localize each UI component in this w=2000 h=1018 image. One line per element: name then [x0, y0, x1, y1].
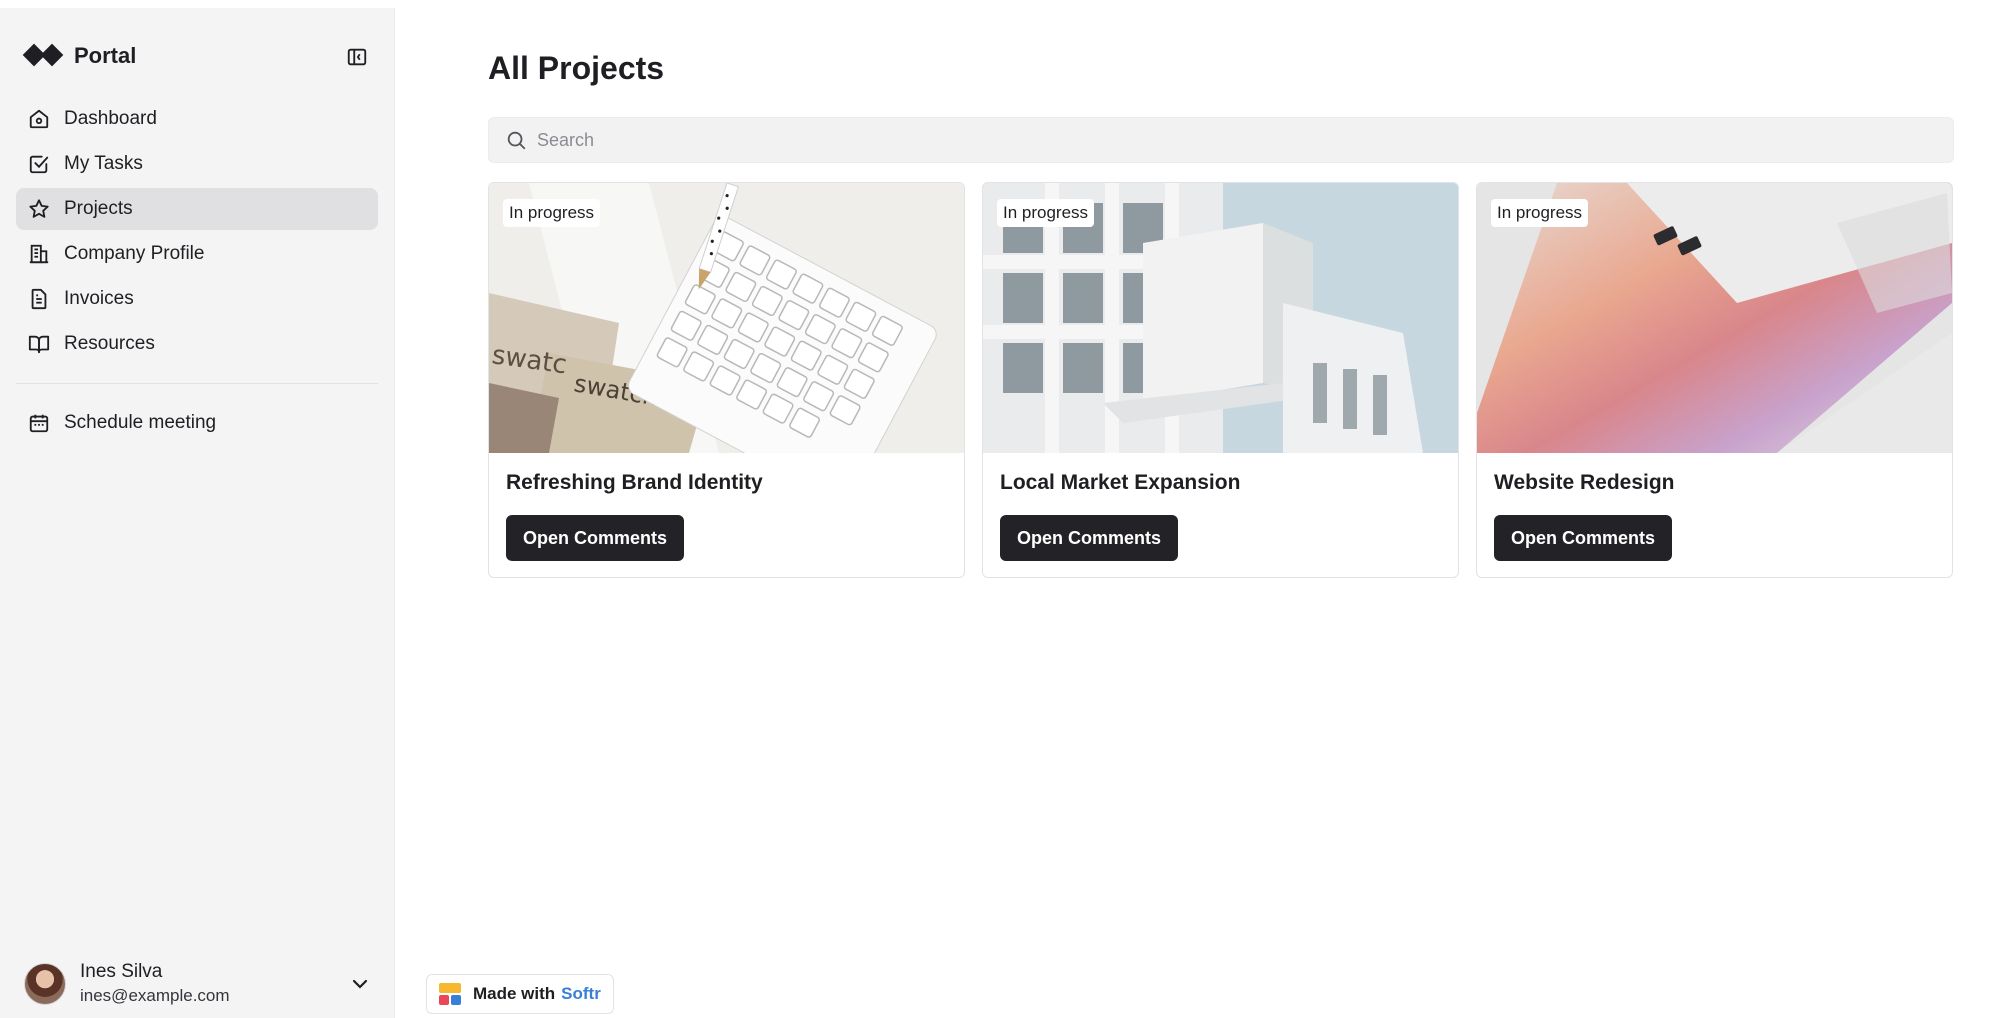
brand[interactable]: Portal [22, 36, 137, 76]
sidebar-item-projects[interactable]: Projects [16, 188, 378, 230]
sidebar-item-resources[interactable]: Resources [16, 323, 378, 365]
sidebar-item-dashboard[interactable]: Dashboard [16, 98, 378, 140]
sidebar-item-label: Schedule meeting [64, 412, 217, 433]
status-badge: In progress [503, 199, 601, 227]
portal-logo-icon [22, 36, 64, 76]
status-badge: In progress [1491, 199, 1589, 227]
page-title: All Projects [488, 50, 665, 86]
book-icon [26, 331, 52, 357]
project-card[interactable]: swatc swatch In progress Refreshing Bran… [488, 182, 965, 578]
chevron-down-icon[interactable] [348, 972, 372, 996]
search-icon [507, 131, 526, 150]
home-icon [26, 106, 52, 132]
project-card[interactable]: In progress Local Market Expansion Open … [982, 182, 1459, 578]
top-strip [0, 0, 2000, 8]
sidebar-item-label: My Tasks [64, 153, 143, 174]
status-badge: In progress [997, 199, 1095, 227]
sidebar: Portal Dashboard My Tasks Projects Compa… [0, 8, 395, 1018]
sidebar-item-label: Invoices [64, 288, 134, 309]
sidebar-item-invoices[interactable]: Invoices [16, 278, 378, 320]
softr-logo-icon [439, 982, 463, 1006]
open-comments-button[interactable]: Open Comments [1000, 515, 1179, 561]
sidebar-item-company-profile[interactable]: Company Profile [16, 233, 378, 275]
open-comments-button[interactable]: Open Comments [506, 515, 685, 561]
sidebar-item-label: Company Profile [64, 243, 205, 264]
building-icon [26, 241, 52, 267]
made-with-softr-badge[interactable]: Made with Softr [426, 974, 614, 1014]
sidebar-item-label: Projects [64, 198, 133, 219]
document-icon [26, 286, 52, 312]
checkbox-icon [26, 151, 52, 177]
nav-divider [16, 383, 378, 384]
made-with-label: Made with [473, 984, 556, 1003]
search-input[interactable] [537, 129, 1917, 151]
brand-name: Portal [74, 43, 137, 68]
project-cards: swatc swatch In progress Refreshing Bran… [488, 182, 1954, 578]
calendar-icon [26, 410, 52, 436]
collapse-sidebar-button[interactable] [344, 44, 370, 70]
star-icon [26, 196, 52, 222]
project-title: Refreshing Brand Identity [506, 471, 763, 494]
sidebar-item-my-tasks[interactable]: My Tasks [16, 143, 378, 185]
user-email: ines@example.com [80, 986, 230, 1005]
main-content: All Projects swatc swatch [396, 8, 2000, 1018]
softr-link[interactable]: Softr [561, 984, 601, 1004]
user-name: Ines Silva [80, 961, 163, 982]
project-title: Website Redesign [1494, 471, 1675, 494]
sidebar-toggle-icon [347, 48, 367, 66]
avatar [24, 963, 66, 1005]
sidebar-item-schedule-meeting[interactable]: Schedule meeting [16, 402, 378, 444]
user-menu[interactable]: Ines Silva ines@example.com [24, 956, 372, 1012]
project-title: Local Market Expansion [1000, 471, 1241, 494]
sidebar-item-label: Resources [64, 333, 155, 354]
open-comments-button[interactable]: Open Comments [1494, 515, 1673, 561]
sidebar-item-label: Dashboard [64, 108, 157, 129]
search-bar[interactable] [488, 117, 1954, 163]
project-card[interactable]: In progress Website Redesign Open Commen… [1476, 182, 1953, 578]
sidebar-nav: Dashboard My Tasks Projects Company Prof… [16, 98, 378, 447]
